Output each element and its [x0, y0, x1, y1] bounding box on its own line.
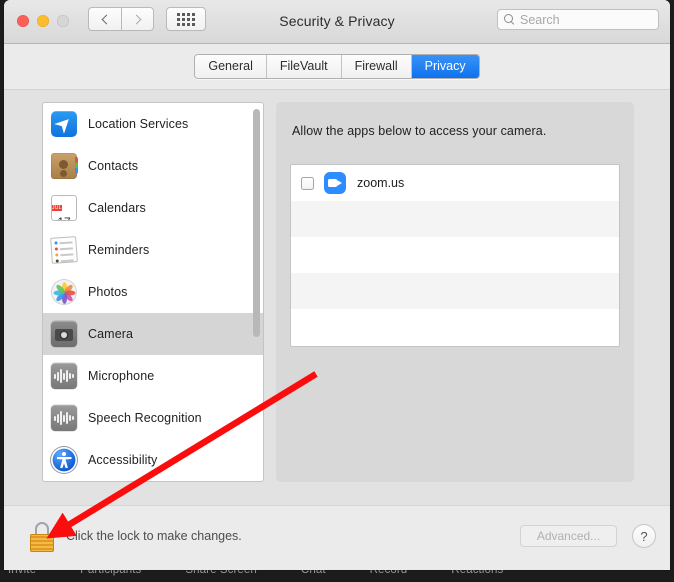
tab-filevault[interactable]: FileVault [267, 55, 342, 78]
table-row-empty [291, 201, 619, 237]
sidebar-item-label: Camera [88, 327, 133, 341]
sidebar-item-label: Photos [88, 285, 128, 299]
table-row-empty [291, 237, 619, 273]
permissions-heading: Allow the apps below to access your came… [292, 124, 546, 138]
sidebar-item-label: Calendars [88, 201, 146, 215]
location-services-icon [51, 111, 77, 137]
sidebar-item-label: Contacts [88, 159, 138, 173]
lock-button[interactable] [30, 522, 54, 552]
help-button[interactable]: ? [632, 524, 656, 548]
sidebar-item-calendars[interactable]: JUL 17 Calendars [43, 187, 263, 229]
sidebar-scroll-thumb[interactable] [253, 109, 260, 337]
content-area: Location Services Contacts JUL 17 Calend… [4, 89, 670, 505]
sidebar-item-label: Microphone [88, 369, 154, 383]
sidebar-item-speech-recognition[interactable]: Speech Recognition [43, 397, 263, 439]
tab-bar: General FileVault Firewall Privacy [4, 44, 670, 89]
privacy-category-list[interactable]: Location Services Contacts JUL 17 Calend… [42, 102, 264, 482]
lock-hint-label: Click the lock to make changes. [66, 529, 242, 543]
sidebar-scrollbar[interactable] [253, 107, 260, 479]
photos-icon [51, 279, 77, 305]
sidebar-item-location-services[interactable]: Location Services [43, 103, 263, 145]
microphone-icon [51, 363, 77, 389]
search-icon [504, 14, 515, 25]
accessibility-icon [51, 447, 77, 473]
lock-body-icon [30, 534, 54, 552]
sidebar-item-label: Reminders [88, 243, 149, 257]
calendars-icon: JUL 17 [51, 195, 77, 221]
table-row-empty [291, 309, 619, 345]
sidebar-item-reminders[interactable]: Reminders [43, 229, 263, 271]
sidebar-item-label: Accessibility [88, 453, 157, 467]
security-privacy-window: Security & Privacy General FileVault Fir… [4, 0, 670, 570]
reminders-icon [50, 236, 78, 264]
tab-privacy[interactable]: Privacy [412, 55, 479, 78]
sidebar-item-accessibility[interactable]: Accessibility [43, 439, 263, 481]
window-bottom-bar: Click the lock to make changes. Advanced… [4, 505, 670, 569]
tab-general[interactable]: General [195, 55, 266, 78]
calendar-day-label: 17 [52, 214, 76, 221]
sidebar-item-microphone[interactable]: Microphone [43, 355, 263, 397]
contacts-icon [51, 153, 77, 179]
tab-group: General FileVault Firewall Privacy [194, 54, 479, 79]
zoom-video-icon [324, 172, 346, 194]
sidebar-item-camera[interactable]: Camera [43, 313, 263, 355]
camera-icon [51, 321, 77, 347]
advanced-button: Advanced... [520, 525, 617, 547]
search-field[interactable] [497, 9, 659, 30]
app-allow-checkbox[interactable] [301, 177, 314, 190]
sidebar-item-contacts[interactable]: Contacts [43, 145, 263, 187]
sidebar-item-label: Speech Recognition [88, 411, 202, 425]
calendar-month-label: JUL [52, 205, 62, 211]
allowed-apps-list[interactable]: zoom.us [290, 164, 620, 347]
speech-recognition-icon [51, 405, 77, 431]
sidebar-item-photos[interactable]: Photos [43, 271, 263, 313]
table-row[interactable]: zoom.us [291, 165, 619, 201]
table-row-empty [291, 273, 619, 309]
search-input[interactable] [520, 13, 650, 27]
tab-firewall[interactable]: Firewall [342, 55, 412, 78]
app-name-label: zoom.us [357, 176, 404, 190]
sidebar-item-label: Location Services [88, 117, 188, 131]
window-titlebar: Security & Privacy [4, 0, 670, 44]
camera-permissions-panel: Allow the apps below to access your came… [276, 102, 634, 482]
